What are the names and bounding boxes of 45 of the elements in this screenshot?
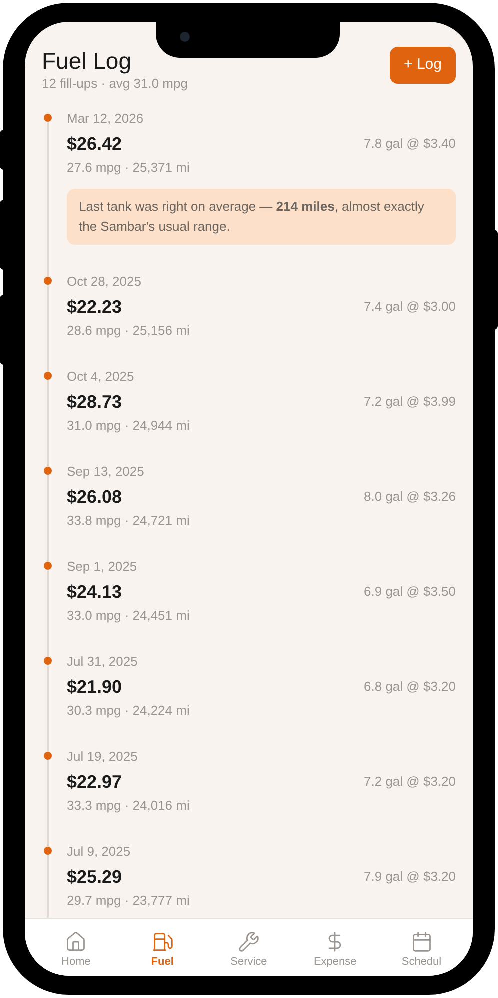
entry-amount: $22.23 bbox=[67, 296, 122, 319]
entry-stats: 31.0 mpg · 24,944 mi bbox=[67, 417, 191, 435]
entry-stats: 33.8 mpg · 24,721 mi bbox=[67, 512, 191, 530]
fuel-pump-icon bbox=[152, 931, 174, 953]
entry-stats: 29.7 mpg · 23,777 mi bbox=[67, 892, 191, 910]
entry-stats: 33.0 mpg · 24,451 mi bbox=[67, 607, 191, 625]
entry-stats: 33.3 mpg · 24,016 mi bbox=[67, 797, 191, 815]
nav-tab[interactable]: Schedul bbox=[382, 931, 462, 969]
entry-date: Oct 4, 2025 bbox=[67, 369, 136, 385]
entry-date: Jul 31, 2025 bbox=[67, 654, 139, 670]
entry-volume: 7.2 gal @ $3.99 bbox=[364, 393, 456, 412]
entry-volume: 7.4 gal @ $3.00 bbox=[364, 298, 456, 316]
entry-amount: $26.42 bbox=[67, 133, 122, 156]
entry-date: Jul 19, 2025 bbox=[67, 749, 139, 765]
entry-date: Oct 28, 2025 bbox=[67, 274, 142, 290]
entry-amount: $28.73 bbox=[67, 391, 122, 414]
entry-volume: 8.0 gal @ $3.26 bbox=[364, 488, 456, 506]
entry-volume: 7.9 gal @ $3.20 bbox=[364, 868, 456, 886]
entry-volume: 6.9 gal @ $3.50 bbox=[364, 583, 456, 602]
add-log-button[interactable]: + Log bbox=[390, 47, 456, 84]
home-icon bbox=[65, 931, 88, 953]
entry-date: Sep 1, 2025 bbox=[67, 559, 138, 575]
nav-tab[interactable]: Service bbox=[208, 931, 289, 969]
nav-tab[interactable]: Home bbox=[36, 931, 116, 969]
wrench-icon bbox=[238, 931, 260, 953]
entry-volume: 6.8 gal @ $3.20 bbox=[364, 678, 456, 696]
entry-amount: $21.90 bbox=[67, 676, 122, 699]
entry-date: Jul 9, 2025 bbox=[67, 844, 132, 860]
entry-date: Mar 12, 2026 bbox=[67, 111, 145, 127]
entry-amount: $22.97 bbox=[67, 771, 122, 794]
entry-amount: $24.13 bbox=[67, 581, 122, 604]
entry-stats: 28.6 mpg · 25,156 mi bbox=[67, 322, 191, 340]
entry-stats: 27.6 mpg · 25,371 mi bbox=[67, 159, 191, 177]
summary-text: 12 fill-ups · avg 31.0 mpg bbox=[42, 75, 188, 93]
page-title: Fuel Log bbox=[42, 47, 133, 75]
nav-tab[interactable]: Expense bbox=[295, 931, 376, 969]
entry-amount: $26.08 bbox=[67, 486, 122, 509]
calendar-icon bbox=[410, 931, 433, 953]
entry-stats: 30.3 mpg · 24,224 mi bbox=[67, 702, 191, 720]
entry-amount: $25.29 bbox=[67, 866, 122, 889]
entry-volume: 7.2 gal @ $3.20 bbox=[364, 773, 456, 792]
entry-date: Sep 13, 2025 bbox=[67, 464, 146, 480]
nav-tab[interactable]: Fuel bbox=[122, 931, 203, 969]
entry-volume: 7.8 gal @ $3.40 bbox=[364, 135, 456, 154]
note-card: Last tank was right on average — 214 miles, almost exactly the Sambar's usual range. bbox=[67, 189, 456, 245]
